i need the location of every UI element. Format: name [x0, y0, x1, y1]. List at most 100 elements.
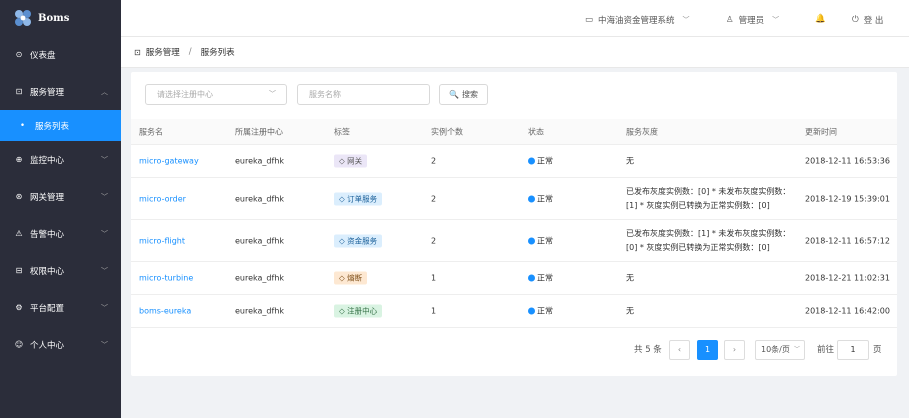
registry-cell: eureka_dfhk: [235, 306, 285, 316]
chevron-down-icon: ﹀: [101, 229, 108, 238]
column-header: 实例个数: [431, 127, 463, 136]
sidebar-item-label: 权限中心: [30, 266, 65, 277]
dashboard-icon: ⊙: [15, 50, 23, 59]
user-icon: ☺: [14, 340, 24, 349]
chevron-left-icon: ‹: [677, 345, 682, 354]
top-header: ▭ 中海油资金管理系统 ﹀ ♙ 管理员 ﹀ 🔔 ⏻ 登 出: [121, 0, 909, 37]
service-name-link[interactable]: micro-turbine: [139, 274, 193, 283]
app-name: Boms: [38, 12, 70, 24]
table-row: boms-eureka eureka_dfhk ◇ 注册中心 1 正常 无 20…: [131, 295, 897, 328]
user-icon: ♙: [726, 15, 734, 25]
service-icon: ⊡: [134, 47, 141, 57]
chevron-down-icon: ﹀: [101, 192, 108, 201]
service-name-input[interactable]: 服务名称: [297, 84, 430, 105]
sidebar-item-platform[interactable]: ⚙ 平台配置 ﹀: [0, 289, 121, 326]
prev-page-button[interactable]: ‹: [669, 340, 690, 360]
table-row: micro-flight eureka_dfhk ◇ 资金服务 2 正常 已发布…: [131, 220, 897, 262]
gray-cell: 已发布灰度实例数：[1] * 未发布灰度实例数： [0] * 灰度实例已转换为正…: [626, 227, 796, 255]
breadcrumb-current: 服务列表: [200, 48, 235, 58]
updated-time: 2018-12-11 16:57:12: [805, 236, 890, 245]
sidebar-item-dashboard[interactable]: ⊙ 仪表盘: [0, 36, 121, 73]
service-name-link[interactable]: micro-gateway: [139, 157, 199, 166]
lock-icon: ⊟: [15, 266, 23, 275]
sidebar-item-label: 网关管理: [30, 192, 65, 203]
service-list-card: 请选择注册中心 ﹀ 服务名称 🔍 搜索 服务名 所属注册中心 标签 实例个数 状…: [131, 72, 897, 376]
chevron-down-icon: ﹀: [269, 90, 276, 98]
column-header: 服务灰度: [626, 127, 658, 136]
breadcrumb-parent[interactable]: 服务管理: [146, 46, 180, 58]
gray-cell: 无: [626, 273, 634, 283]
column-header: 标签: [334, 127, 350, 136]
service-name-link[interactable]: boms-eureka: [139, 307, 191, 316]
gray-cell: 无: [626, 306, 634, 316]
sidebar-subitem-service-list[interactable]: • 服务列表: [0, 110, 121, 141]
gray-line: 已发布灰度实例数：[1] * 未发布灰度实例数：: [626, 228, 791, 238]
status-dot-icon: [528, 157, 535, 165]
updated-time: 2018-12-19 15:39:01: [805, 194, 890, 203]
gateway-icon: ⊛: [15, 192, 23, 201]
sidebar-item-label: 仪表盘: [30, 50, 56, 61]
service-tag: ◇ 注册中心: [334, 304, 383, 318]
gray-cell: 无: [626, 156, 634, 166]
sidebar-subitem-label: 服务列表: [35, 121, 70, 132]
search-button-label: 搜索: [461, 90, 478, 99]
user-menu[interactable]: ♙ 管理员 ﹀: [726, 14, 779, 26]
updated-time: 2018-12-21 11:02:31: [805, 273, 890, 283]
system-switcher[interactable]: ▭ 中海油资金管理系统 ﹀: [585, 14, 690, 26]
column-header: 更新时间: [805, 127, 837, 136]
logo[interactable]: Boms: [0, 0, 121, 36]
service-name-link[interactable]: micro-order: [139, 194, 186, 203]
bell-icon: 🔔: [815, 14, 826, 24]
registry-cell: eureka_dfhk: [235, 194, 285, 203]
sidebar-item-gateway[interactable]: ⊛ 网关管理 ﹀: [0, 178, 121, 215]
gray-line: [1] * 灰度实例已转换为正常实例数：[0]: [626, 200, 770, 210]
chevron-down-icon: ﹀: [101, 155, 108, 164]
sidebar-item-personal[interactable]: ☺ 个人中心 ﹀: [0, 326, 121, 363]
registry-cell: eureka_dfhk: [235, 156, 285, 166]
sidebar: Boms ⊙ 仪表盘 ⊡ 服务管理 ︿ • 服务列表 ⊕ 监控中心 ﹀ ⊛ 网关…: [0, 0, 121, 418]
sidebar-item-monitor[interactable]: ⊕ 监控中心 ﹀: [0, 141, 121, 178]
logo-icon: [15, 10, 31, 26]
status-dot-icon: [528, 195, 535, 202]
sidebar-item-label: 个人中心: [30, 340, 65, 351]
chevron-down-icon: ﹀: [793, 346, 800, 353]
sidebar-item-service[interactable]: ⊡ 服务管理 ︿: [0, 73, 121, 110]
service-name-link[interactable]: micro-flight: [139, 236, 185, 245]
chevron-down-icon: ﹀: [682, 16, 690, 24]
monitor-icon: ⊕: [15, 155, 23, 164]
updated-time: 2018-12-11 16:53:36: [805, 156, 890, 166]
system-name: 中海油资金管理系统: [598, 16, 675, 26]
search-button[interactable]: 🔍 搜索: [439, 84, 488, 105]
user-name: 管理员: [738, 16, 765, 26]
instance-count: 2: [431, 156, 437, 166]
power-icon: ⏻: [852, 15, 859, 25]
table-header: 服务名 所属注册中心 标签 实例个数 状态 服务灰度 更新时间: [131, 119, 897, 145]
goto-page-input[interactable]: 1: [837, 340, 869, 360]
logout-button[interactable]: ⏻ 登 出: [852, 14, 883, 26]
settings-icon: ⚙: [15, 303, 23, 312]
registry-select-placeholder: 请选择注册中心: [157, 90, 213, 99]
notification-bell[interactable]: 🔔: [815, 14, 826, 24]
status-dot-icon: [528, 237, 535, 244]
page-number-button[interactable]: 1: [697, 340, 718, 360]
page-suffix: 页: [873, 345, 882, 355]
status-cell: 正常: [528, 306, 553, 317]
sidebar-item-label: 监控中心: [30, 155, 65, 166]
search-icon: 🔍: [449, 90, 459, 99]
column-header: 服务名: [139, 127, 163, 136]
chevron-down-icon: ﹀: [772, 16, 780, 24]
status-dot-icon: [528, 307, 535, 315]
chevron-down-icon: ﹀: [101, 266, 108, 275]
page-size-select[interactable]: 10条/页 ﹀: [755, 340, 805, 360]
instance-count: 2: [431, 194, 437, 203]
registry-select[interactable]: 请选择注册中心 ﹀: [145, 84, 287, 105]
sidebar-item-alert[interactable]: ⚠ 告警中心 ﹀: [0, 215, 121, 252]
registry-cell: eureka_dfhk: [235, 236, 285, 245]
updated-time: 2018-12-11 16:42:00: [805, 306, 890, 316]
breadcrumb-separator: /: [188, 47, 192, 57]
next-page-button[interactable]: ›: [724, 340, 745, 360]
sidebar-item-permission[interactable]: ⊟ 权限中心 ﹀: [0, 252, 121, 289]
service-icon: ⊡: [15, 87, 23, 96]
alert-icon: ⚠: [15, 229, 23, 238]
service-tag: ◇ 熔断: [334, 271, 368, 285]
